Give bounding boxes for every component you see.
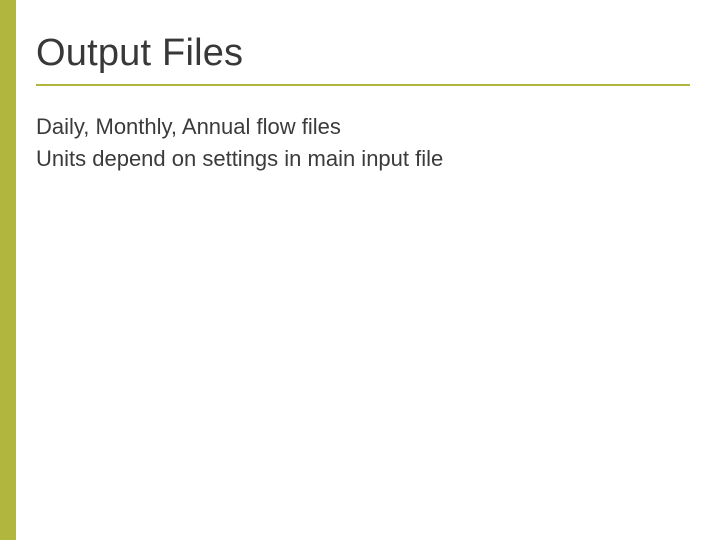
list-item: Daily, Monthly, Annual flow files [36,112,690,142]
slide: Output Files Daily, Monthly, Annual flow… [0,0,720,540]
title-area: Output Files [36,32,690,86]
title-underline [36,84,690,86]
list-item-text: Units depend on settings in main input f… [36,144,690,174]
list-item: Units depend on settings in main input f… [36,144,690,174]
body-area: Daily, Monthly, Annual flow files Units … [36,112,690,175]
page-title: Output Files [36,32,690,76]
list-item-text: Daily, Monthly, Annual flow files [36,112,690,142]
accent-bar [0,0,16,540]
